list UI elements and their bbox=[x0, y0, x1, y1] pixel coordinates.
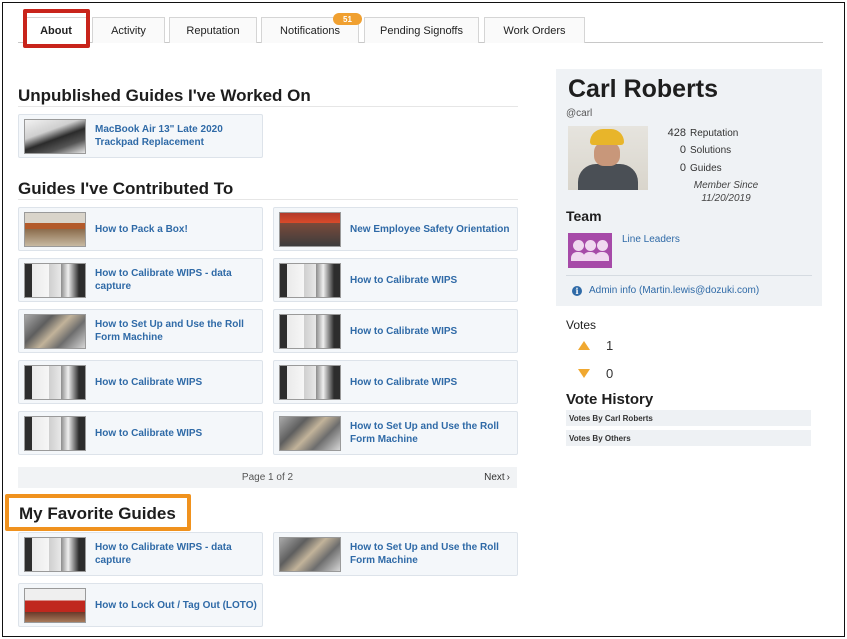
guide-thumbnail bbox=[279, 365, 341, 400]
tab-work-orders[interactable]: Work Orders bbox=[484, 17, 585, 43]
guide-thumbnail bbox=[279, 537, 341, 572]
admin-info-text: Admin info (Martin.lewis@dozuki.com) bbox=[589, 285, 760, 296]
guide-card[interactable]: How to Lock Out / Tag Out (LOTO) bbox=[18, 583, 263, 627]
guide-title: How to Set Up and Use the Roll Form Mach… bbox=[350, 421, 499, 445]
next-page-button[interactable]: Next › bbox=[484, 467, 510, 488]
next-label: Next bbox=[484, 472, 505, 483]
guide-card[interactable]: How to Calibrate WIPS bbox=[273, 309, 518, 353]
upvote-count: 1 bbox=[606, 338, 614, 353]
member-since-label: Member Since bbox=[693, 180, 759, 191]
guide-thumbnail bbox=[279, 263, 341, 298]
guide-card[interactable]: New Employee Safety Orientation bbox=[273, 207, 518, 251]
chevron-right-icon: › bbox=[506, 472, 510, 483]
guide-card[interactable]: How to Calibrate WIPS bbox=[18, 360, 263, 404]
guide-thumbnail bbox=[24, 588, 86, 623]
guide-title: How to Calibrate WIPS bbox=[350, 325, 458, 337]
guide-title: How to Set Up and Use the Roll Form Mach… bbox=[350, 542, 499, 566]
guide-title: How to Set Up and Use the Roll Form Mach… bbox=[95, 319, 244, 343]
guide-thumbnail bbox=[24, 263, 86, 298]
downvote-arrow-icon[interactable] bbox=[578, 369, 590, 378]
guide-thumbnail bbox=[24, 119, 86, 154]
guide-title: How to Calibrate WIPS - data capture bbox=[95, 268, 232, 292]
profile-name: Carl Roberts bbox=[568, 75, 719, 103]
guide-card[interactable]: MacBook Air 13" Late 2020 Trackpad Repla… bbox=[18, 114, 263, 158]
tab-reputation[interactable]: Reputation bbox=[169, 17, 257, 43]
downvote-count: 0 bbox=[606, 366, 614, 381]
guide-card[interactable]: How to Set Up and Use the Roll Form Mach… bbox=[18, 309, 263, 353]
page-indicator: Page 1 of 2 bbox=[241, 472, 294, 483]
contributed-guides-heading: Guides I've Contributed To bbox=[18, 179, 234, 198]
guide-title: New Employee Safety Orientation bbox=[350, 223, 510, 235]
team-link-line-leaders[interactable]: Line Leaders bbox=[622, 234, 680, 245]
unpublished-guides-heading: Unpublished Guides I've Worked On bbox=[18, 86, 311, 105]
team-group-icon[interactable] bbox=[568, 233, 612, 268]
guide-title: How to Pack a Box! bbox=[95, 223, 188, 235]
member-since-date: 11/20/2019 bbox=[701, 193, 751, 204]
votes-heading: Votes bbox=[566, 318, 597, 332]
reputation-stat: 428 Reputation bbox=[667, 127, 739, 139]
tab-activity[interactable]: Activity bbox=[92, 17, 165, 43]
guide-title: How to Lock Out / Tag Out (LOTO) bbox=[95, 599, 257, 611]
section-divider bbox=[18, 199, 518, 200]
guide-title: How to Calibrate WIPS - data capture bbox=[95, 542, 232, 566]
panel-divider bbox=[566, 275, 812, 276]
guide-thumbnail bbox=[24, 314, 86, 349]
guide-card[interactable]: How to Set Up and Use the Roll Form Mach… bbox=[273, 411, 518, 455]
profile-panel: Carl Roberts @carl 428 Reputation 0 Soluti… bbox=[556, 69, 822, 306]
guide-card[interactable]: How to Set Up and Use the Roll Form Mach… bbox=[273, 532, 518, 576]
guide-thumbnail bbox=[24, 212, 86, 247]
avatar bbox=[568, 126, 648, 190]
guide-thumbnail bbox=[279, 212, 341, 247]
guide-thumbnail bbox=[279, 314, 341, 349]
guide-thumbnail bbox=[24, 416, 86, 451]
guide-card[interactable]: How to Calibrate WIPS - data capture bbox=[18, 532, 263, 576]
tab-pending-signoffs[interactable]: Pending Signoffs bbox=[364, 17, 479, 43]
vote-history-heading: Vote History bbox=[566, 391, 654, 408]
guide-thumbnail bbox=[24, 365, 86, 400]
about-tab-highlight-box bbox=[23, 9, 90, 48]
votes-by-others-link[interactable]: Votes By Others bbox=[566, 430, 811, 446]
upvote-arrow-icon[interactable] bbox=[578, 341, 590, 350]
guide-card[interactable]: How to Pack a Box! bbox=[18, 207, 263, 251]
profile-tab-bar: About Activity Reputation Notifications … bbox=[18, 17, 823, 43]
guides-stat: 0 Guides bbox=[679, 162, 722, 174]
upvote-row: 1 bbox=[578, 338, 613, 353]
admin-info-link[interactable]: i Admin info (Martin.lewis@dozuki.com) bbox=[572, 285, 759, 296]
votes-by-user-link[interactable]: Votes By Carl Roberts bbox=[566, 410, 811, 426]
guide-title: MacBook Air 13" Late 2020 Trackpad Repla… bbox=[95, 124, 223, 148]
notifications-count-badge: 51 bbox=[333, 13, 362, 25]
guide-thumbnail bbox=[279, 416, 341, 451]
guide-card[interactable]: How to Calibrate WIPS - data capture bbox=[18, 258, 263, 302]
guide-card[interactable]: How to Calibrate WIPS bbox=[273, 258, 518, 302]
info-icon: i bbox=[572, 285, 582, 296]
solutions-stat: 0 Solutions bbox=[679, 144, 732, 156]
guide-thumbnail bbox=[24, 537, 86, 572]
guide-title: How to Calibrate WIPS bbox=[95, 376, 203, 388]
guide-card[interactable]: How to Calibrate WIPS bbox=[18, 411, 263, 455]
guide-card[interactable]: How to Calibrate WIPS bbox=[273, 360, 518, 404]
guide-title: How to Calibrate WIPS bbox=[350, 274, 458, 286]
profile-handle: @carl bbox=[566, 108, 593, 119]
pagination-bar: Page 1 of 2 Next › bbox=[18, 467, 517, 488]
section-divider bbox=[18, 106, 518, 107]
favorite-guides-heading: My Favorite Guides bbox=[19, 504, 176, 523]
team-heading: Team bbox=[566, 208, 602, 224]
guide-title: How to Calibrate WIPS bbox=[350, 376, 458, 388]
downvote-row: 0 bbox=[578, 366, 613, 381]
guide-title: How to Calibrate WIPS bbox=[95, 427, 203, 439]
